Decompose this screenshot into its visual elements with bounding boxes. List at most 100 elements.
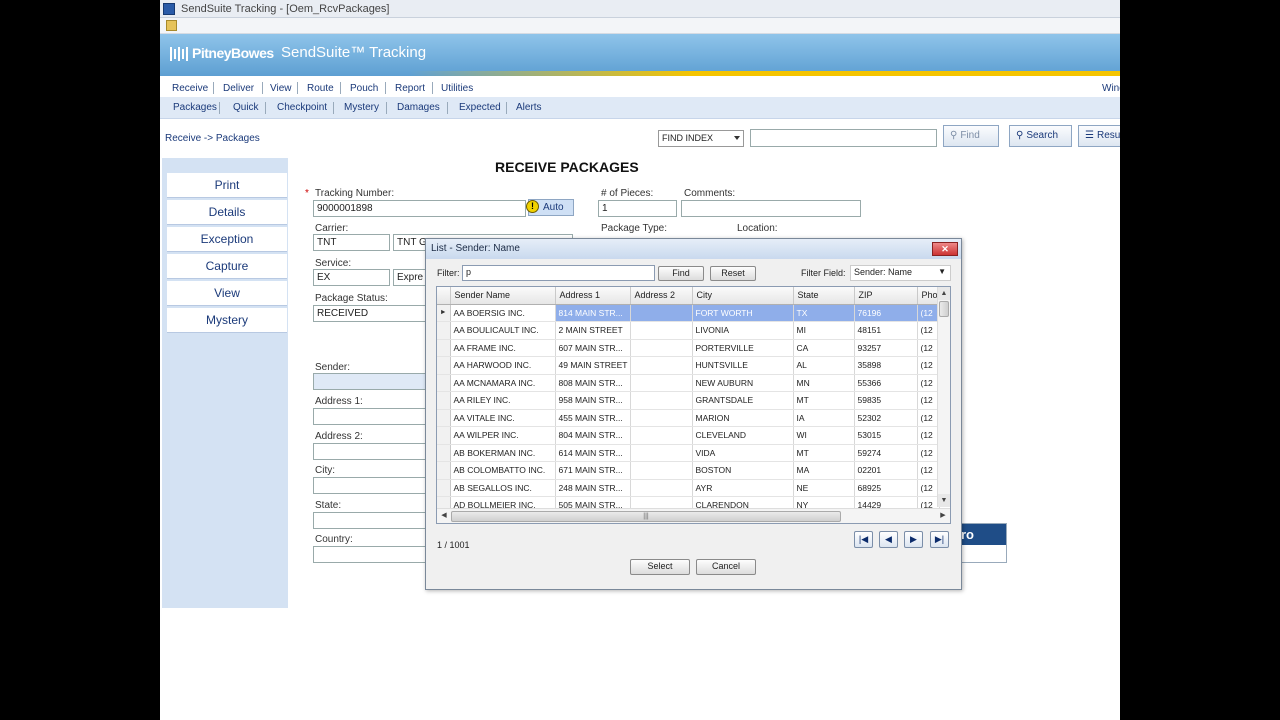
table-cell: 248 MAIN STR... bbox=[555, 479, 631, 497]
current-row-indicator-icon[interactable]: ► bbox=[437, 304, 451, 322]
menu-receive[interactable]: Receive bbox=[172, 83, 208, 94]
scroll-thumb[interactable]: ||| bbox=[451, 511, 841, 522]
sidebar-item-capture[interactable]: Capture bbox=[167, 254, 287, 279]
package-status-field[interactable]: RECEIVED bbox=[313, 305, 433, 322]
table-row[interactable]: AA FRAME INC. 607 MAIN STR... PORTERVILLE C… bbox=[437, 339, 940, 357]
menu-deliver[interactable]: Deliver bbox=[223, 83, 254, 94]
column-header[interactable]: Address 1 bbox=[555, 287, 631, 305]
submenu-checkpoint[interactable]: Checkpoint bbox=[277, 102, 327, 113]
table-row[interactable]: AA HARWOOD INC. 49 MAIN STREET HUNTSVILLE A… bbox=[437, 356, 940, 375]
sidebar-item-print[interactable]: Print bbox=[167, 173, 287, 198]
pieces-field[interactable]: 1 bbox=[598, 200, 677, 217]
row-header[interactable] bbox=[437, 339, 451, 357]
sidebar-item-view[interactable]: View bbox=[167, 281, 287, 306]
scroll-down-icon[interactable]: ▼ bbox=[938, 494, 950, 507]
row-header[interactable] bbox=[437, 426, 451, 445]
table-row[interactable]: AA RILEY INC. 958 MAIN STR... GRANTSDALE MT… bbox=[437, 391, 940, 410]
row-header[interactable] bbox=[437, 479, 451, 497]
column-header[interactable]: Address 2 bbox=[630, 287, 693, 305]
table-row[interactable]: AA WILPER INC. 804 MAIN STR... CLEVELAND WI… bbox=[437, 426, 940, 445]
location-label: Location: bbox=[737, 223, 778, 234]
table-cell: 59274 bbox=[854, 444, 918, 462]
find-button[interactable]: ⚲ Find bbox=[943, 125, 999, 147]
vertical-scrollbar[interactable]: ▲ ▼ bbox=[937, 287, 950, 507]
row-header[interactable] bbox=[437, 356, 451, 375]
dialog-reset-button[interactable]: Reset bbox=[710, 266, 756, 281]
select-button[interactable]: Select bbox=[630, 559, 690, 575]
quick-toolbar bbox=[160, 18, 1120, 34]
cancel-button[interactable]: Cancel bbox=[696, 559, 756, 575]
submenu-expected[interactable]: Expected bbox=[459, 102, 501, 113]
find-index-select[interactable]: FIND INDEX bbox=[658, 130, 744, 147]
scroll-up-icon[interactable]: ▲ bbox=[938, 287, 950, 300]
horizontal-scrollbar[interactable]: ◀ ||| ▶ bbox=[437, 508, 950, 523]
submenu-packages[interactable]: Packages bbox=[173, 102, 217, 113]
row-header[interactable] bbox=[437, 374, 451, 392]
city-field[interactable] bbox=[313, 477, 433, 494]
table-cell: (12 bbox=[917, 304, 940, 322]
comments-field[interactable] bbox=[681, 200, 861, 217]
scroll-left-icon[interactable]: ◀ bbox=[438, 510, 450, 522]
sidebar-item-details[interactable]: Details bbox=[167, 200, 287, 225]
submenu-quick[interactable]: Quick bbox=[233, 102, 259, 113]
submenu-mystery[interactable]: Mystery bbox=[344, 102, 379, 113]
submenu-damages[interactable]: Damages bbox=[397, 102, 440, 113]
menu-report[interactable]: Report bbox=[395, 83, 425, 94]
country-field[interactable] bbox=[313, 546, 433, 563]
search-input[interactable] bbox=[750, 129, 937, 147]
filter-field-select[interactable]: Sender: Name ▼ bbox=[850, 265, 951, 281]
dialog-find-button[interactable]: Find bbox=[658, 266, 704, 281]
menu-utilities[interactable]: Utilities bbox=[441, 83, 473, 94]
tracking-number-field[interactable]: 9000001898 bbox=[313, 200, 526, 217]
sidebar-item-mystery[interactable]: Mystery bbox=[167, 308, 287, 333]
address1-field[interactable] bbox=[313, 408, 433, 425]
table-row[interactable]: AA MCNAMARA INC. 808 MAIN STR... NEW AUBUR… bbox=[437, 374, 940, 392]
service-code-field[interactable]: EX bbox=[313, 269, 390, 286]
row-header[interactable] bbox=[437, 391, 451, 410]
close-icon[interactable]: ✕ bbox=[932, 242, 958, 256]
results-button[interactable]: ☰ Resu bbox=[1078, 125, 1120, 147]
filter-input[interactable]: p bbox=[462, 265, 655, 281]
address2-field[interactable] bbox=[313, 443, 433, 460]
column-header[interactable]: Pho bbox=[917, 287, 940, 305]
sidebar-item-exception[interactable]: Exception bbox=[167, 227, 287, 252]
row-header[interactable] bbox=[437, 444, 451, 462]
table-row[interactable]: AA BOULICAULT INC. 2 MAIN STREET LIVONIA MI… bbox=[437, 321, 940, 340]
column-header[interactable]: State bbox=[793, 287, 855, 305]
row-header[interactable] bbox=[437, 461, 451, 480]
search-button[interactable]: ⚲ Search bbox=[1009, 125, 1072, 147]
toolbar-icon[interactable] bbox=[166, 20, 177, 31]
next-page-icon[interactable]: ▶ bbox=[904, 531, 923, 548]
state-label: State: bbox=[315, 500, 342, 511]
address1-label: Address 1: bbox=[315, 396, 363, 407]
state-field[interactable] bbox=[313, 512, 433, 529]
sender-field[interactable] bbox=[313, 373, 433, 390]
column-header[interactable]: ZIP bbox=[854, 287, 918, 305]
row-header[interactable] bbox=[437, 321, 451, 340]
table-cell: MN bbox=[793, 374, 855, 392]
scroll-thumb[interactable] bbox=[939, 301, 949, 317]
menu-view[interactable]: View bbox=[270, 83, 292, 94]
menu-route[interactable]: Route bbox=[307, 83, 334, 94]
table-row[interactable]: AB COLOMBATTO INC. 671 MAIN STR... BOSTON M… bbox=[437, 461, 940, 480]
previous-page-icon[interactable]: ◀ bbox=[879, 531, 898, 548]
main-menu: Receive Deliver View Route Pouch Report … bbox=[160, 79, 1120, 97]
last-page-icon[interactable]: ▶| bbox=[930, 531, 949, 548]
table-cell: GRANTSDALE bbox=[692, 391, 794, 410]
submenu-alerts[interactable]: Alerts bbox=[516, 102, 542, 113]
column-header[interactable]: City bbox=[692, 287, 794, 305]
column-header[interactable]: Sender Name bbox=[450, 287, 556, 305]
first-page-icon[interactable]: |◀ bbox=[854, 531, 873, 548]
menu-window[interactable]: Wind bbox=[1102, 83, 1120, 94]
table-row[interactable]: AB BOKERMAN INC. 614 MAIN STR... VIDA MT 592… bbox=[437, 444, 940, 462]
table-cell: (12 bbox=[917, 479, 940, 497]
table-row[interactable]: AA VITALE INC. 455 MAIN STR... MARION IA 523… bbox=[437, 409, 940, 427]
menu-pouch[interactable]: Pouch bbox=[350, 83, 378, 94]
table-row[interactable]: ► AA BOERSIG INC. 814 MAIN STR... FORT WORT… bbox=[437, 304, 940, 322]
table-row[interactable]: AB SEGALLOS INC. 248 MAIN STR... AYR NE 6892… bbox=[437, 479, 940, 497]
scroll-right-icon[interactable]: ▶ bbox=[937, 510, 949, 522]
table-cell: AA MCNAMARA INC. bbox=[450, 374, 556, 392]
carrier-code-field[interactable]: TNT bbox=[313, 234, 390, 251]
row-header[interactable] bbox=[437, 409, 451, 427]
filter-field-label: Filter Field: bbox=[801, 268, 846, 278]
